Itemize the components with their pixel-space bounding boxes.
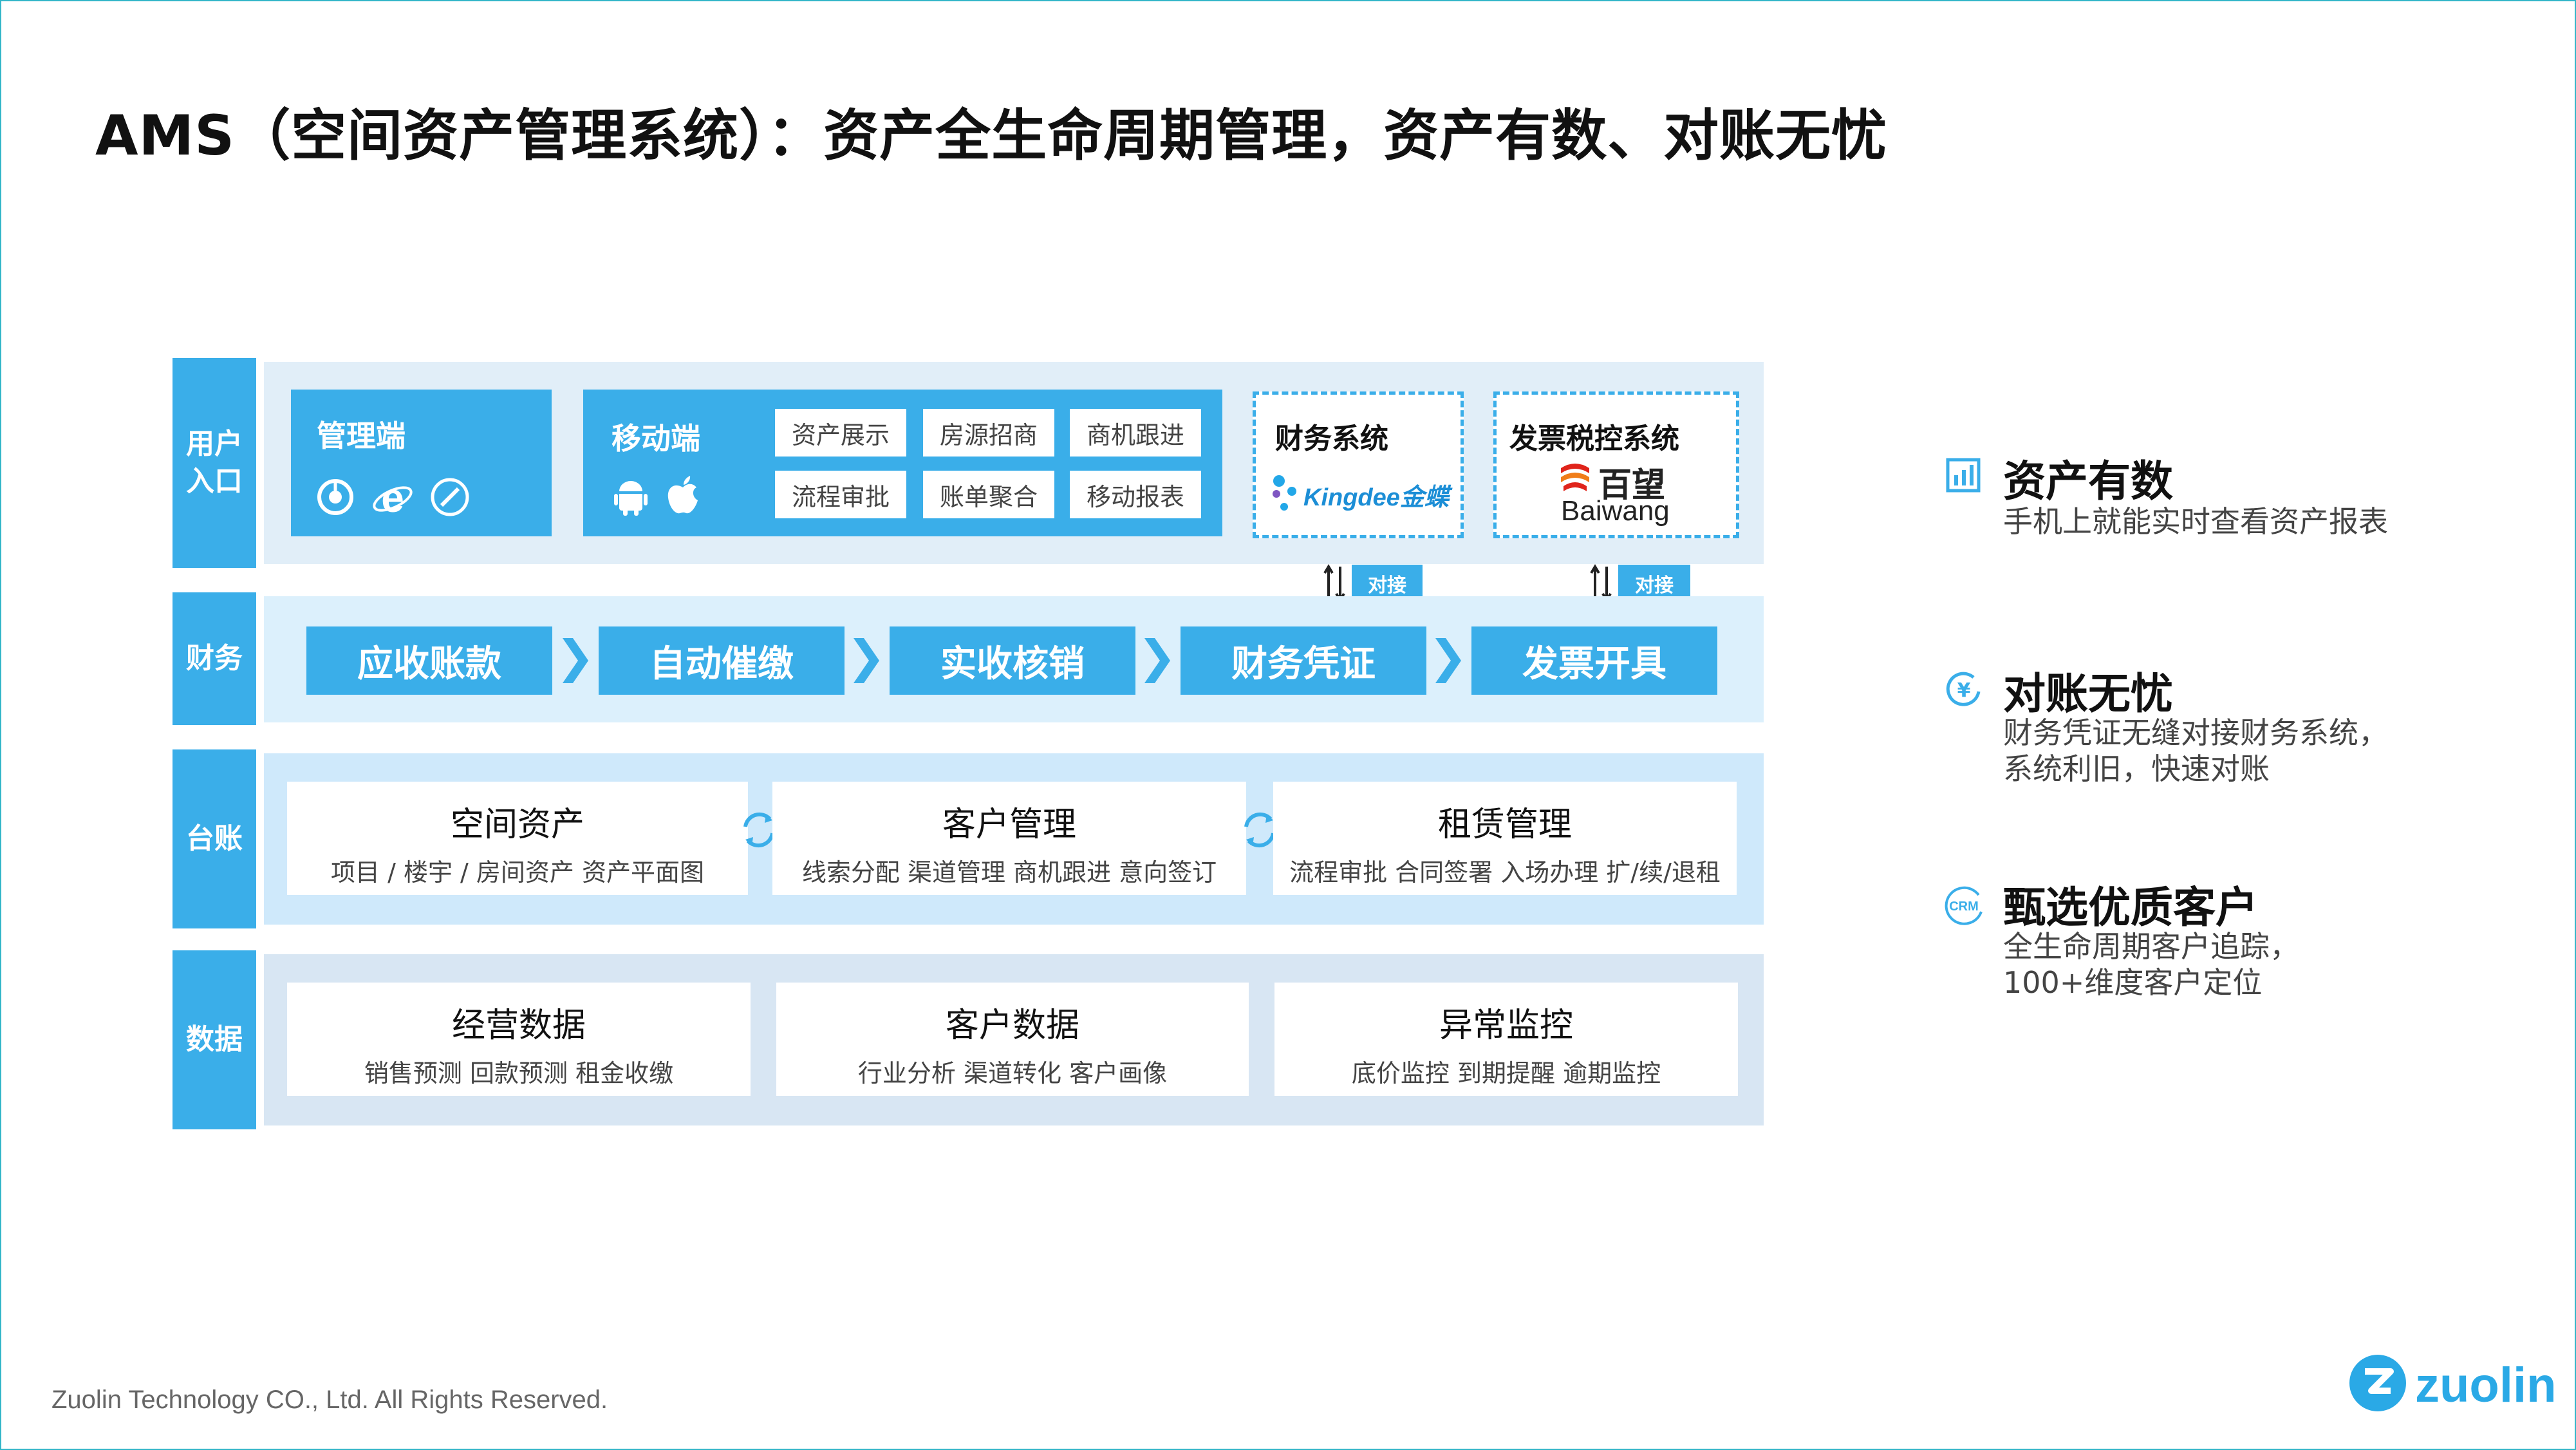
zuolin-logo-icon xyxy=(2349,1355,2406,1411)
feature-title-reconciliation: 对账无忧 xyxy=(2003,669,2173,719)
ie-icon: e xyxy=(373,476,413,518)
svg-text:¥: ¥ xyxy=(1957,679,1971,702)
card-title: 客户管理 xyxy=(942,805,1076,844)
chip-bill-aggregation[interactable]: 账单聚合 xyxy=(923,471,1054,518)
ledger-card-space-assets[interactable]: 空间资产 项目 / 楼宇 / 房间资产 资产平面图 xyxy=(287,782,748,895)
card-subtitle: 项目 / 楼宇 / 房间资产 资产平面图 xyxy=(330,858,704,887)
kingdee-brand-text: Kingdee金蝶 xyxy=(1303,484,1449,511)
row-label-entry-text: 用户 入口 xyxy=(186,428,243,498)
baiwang-logo-icon xyxy=(1561,464,1589,491)
chip-mobile-reports[interactable]: 移动报表 xyxy=(1070,471,1201,518)
data-card-anomaly-monitoring[interactable]: 异常监控 底价监控 到期提醒 逾期监控 xyxy=(1274,983,1738,1096)
feature-desc-quality-customers: 全生命周期客户追踪，100+维度客户定位 xyxy=(2003,929,2299,1000)
crm-icon: CRM xyxy=(1945,886,1983,925)
safari-icon xyxy=(431,478,469,516)
kingdee-logo-icon xyxy=(1273,475,1296,511)
baiwang-brand-en: Baiwang xyxy=(1561,495,1670,527)
feature-desc-reconciliation: 财务凭证无缝对接财务系统，系统利旧，快速对账 xyxy=(2003,715,2388,786)
yen-icon: ¥ xyxy=(1946,672,1981,706)
finance-system-box[interactable]: 财务系统 Kingdee金蝶 xyxy=(1253,391,1464,538)
card-subtitle: 底价监控 到期提醒 逾期监控 xyxy=(1351,1059,1661,1088)
step-accounts-receivable[interactable]: 应收账款 xyxy=(306,626,552,695)
svg-text:CRM: CRM xyxy=(1949,899,1979,914)
invoice-system-title: 发票税控系统 xyxy=(1509,422,1679,455)
mobile-client-box[interactable]: 移动端 资产展示 房源招商 商机跟进 流程审批 账单聚合 移动报表 xyxy=(583,390,1222,536)
chevron-right-icon xyxy=(1144,638,1170,683)
ledger-card-customer-management[interactable]: 客户管理 线索分配 渠道管理 商机跟进 意向签订 xyxy=(772,782,1246,895)
finance-system-title: 财务系统 xyxy=(1275,422,1388,455)
row-label-ledger: 台账 xyxy=(173,749,256,928)
card-subtitle: 销售预测 回款预测 租金收缴 xyxy=(364,1059,674,1088)
feature-title-asset-visibility: 资产有数 xyxy=(2003,457,2173,506)
row-label-finance: 财务 xyxy=(173,592,256,725)
apple-icon xyxy=(667,476,698,514)
card-subtitle: 行业分析 渠道转化 客户画像 xyxy=(857,1059,1168,1088)
step-financial-voucher[interactable]: 财务凭证 xyxy=(1181,626,1426,695)
step-receipt-writeoff[interactable]: 实收核销 xyxy=(890,626,1135,695)
row-label-data-text: 数据 xyxy=(186,1023,243,1056)
feature-title-quality-customers: 甄选优质客户 xyxy=(2003,883,2258,932)
card-title: 租赁管理 xyxy=(1437,805,1572,844)
step-auto-collection[interactable]: 自动催缴 xyxy=(599,626,845,695)
chip-opportunity-followup[interactable]: 商机跟进 xyxy=(1070,409,1201,457)
card-title: 空间资产 xyxy=(450,805,584,844)
copyright-footer: Zuolin Technology CO., Ltd. All Rights R… xyxy=(51,1386,608,1414)
mobile-client-label: 移动端 xyxy=(611,421,700,456)
admin-client-label: 管理端 xyxy=(317,419,406,453)
android-icon xyxy=(614,481,648,516)
chip-workflow-approval[interactable]: 流程审批 xyxy=(775,471,906,518)
chip-asset-display[interactable]: 资产展示 xyxy=(775,409,906,457)
row-label-data: 数据 xyxy=(173,950,256,1129)
data-card-operations[interactable]: 经营数据 销售预测 回款预测 租金收缴 xyxy=(287,983,751,1096)
card-title: 异常监控 xyxy=(1439,1006,1573,1045)
chevron-right-icon xyxy=(1435,638,1461,683)
card-title: 经营数据 xyxy=(451,1006,586,1045)
row-label-finance-text: 财务 xyxy=(186,642,243,675)
data-card-customers[interactable]: 客户数据 行业分析 渠道转化 客户画像 xyxy=(776,983,1249,1096)
card-subtitle: 流程审批 合同签署 入场办理 扩/续/退租 xyxy=(1289,858,1721,887)
admin-client-box[interactable]: 管理端 e xyxy=(291,390,552,536)
chevron-right-icon xyxy=(563,638,588,683)
chevron-right-icon xyxy=(854,638,879,683)
row-label-entry: 用户 入口 xyxy=(173,358,256,568)
zuolin-logo-text: zuolin xyxy=(2415,1358,2557,1413)
card-title: 客户数据 xyxy=(945,1006,1079,1045)
page-title: AMS（空间资产管理系统）：资产全生命周期管理，资产有数、对账无忧 xyxy=(95,104,1888,168)
chip-listing-leasing[interactable]: 房源招商 xyxy=(923,409,1054,457)
svg-text:e: e xyxy=(381,476,404,518)
chart-icon xyxy=(1946,458,1981,493)
feature-desc-asset-visibility: 手机上就能实时查看资产报表 xyxy=(2003,504,2388,539)
ledger-card-lease-management[interactable]: 租赁管理 流程审批 合同签署 入场办理 扩/续/退租 xyxy=(1273,782,1737,895)
chrome-icon xyxy=(317,479,353,515)
card-subtitle: 线索分配 渠道管理 商机跟进 意向签订 xyxy=(801,858,1217,887)
step-invoice-issuance[interactable]: 发票开具 xyxy=(1471,626,1717,695)
invoice-system-box[interactable]: 发票税控系统 百望 Baiwang xyxy=(1493,391,1739,538)
row-label-ledger-text: 台账 xyxy=(186,822,243,855)
